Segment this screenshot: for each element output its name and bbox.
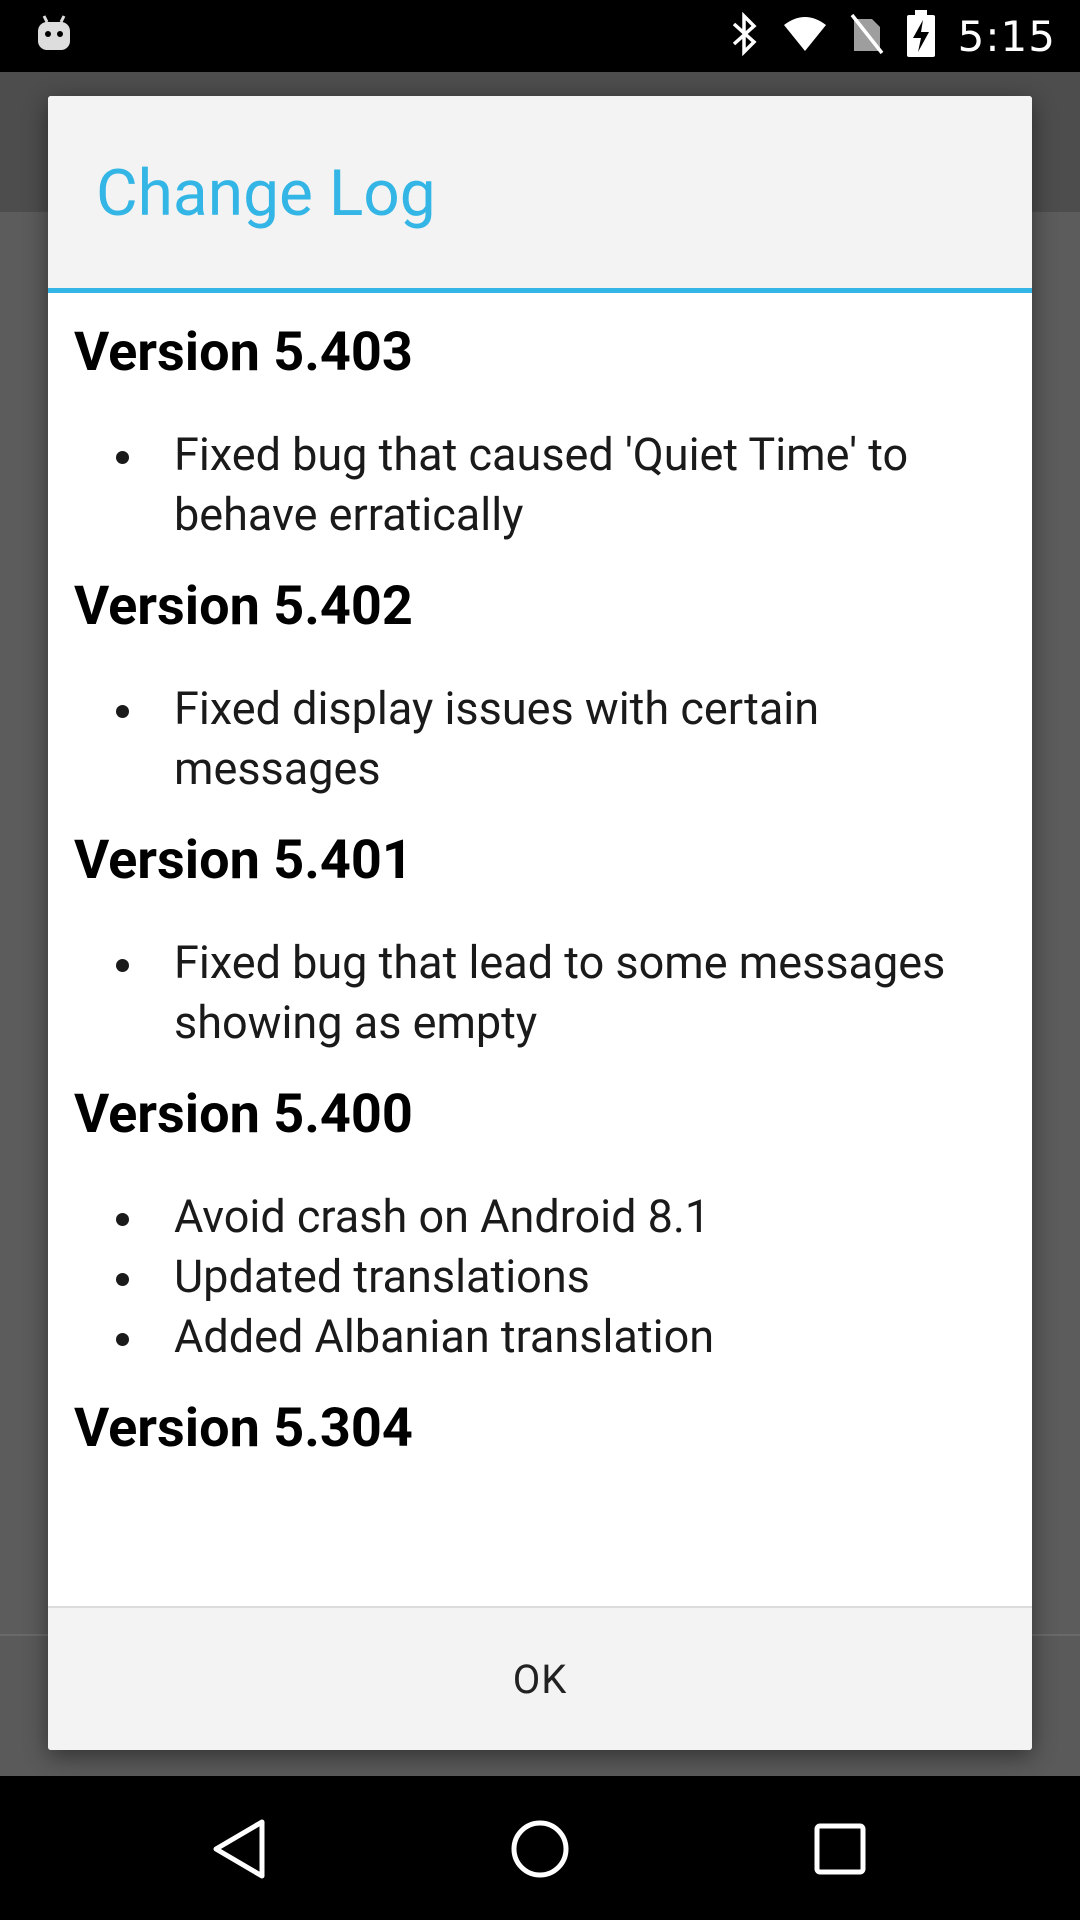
change-item: Fixed display issues with certain messag… [48, 679, 1032, 799]
back-icon[interactable] [206, 1814, 276, 1884]
bluetooth-icon [730, 11, 760, 60]
version-block: Version 5.401 Fixed bug that lead to som… [48, 829, 1032, 1053]
bullet-icon [116, 1273, 129, 1286]
change-list: Fixed bug that lead to some messages sho… [48, 933, 1032, 1053]
recents-icon[interactable] [805, 1814, 875, 1884]
android-debug-icon [36, 14, 72, 58]
bullet-icon [116, 959, 129, 972]
version-heading: Version 5.401 [74, 829, 413, 892]
home-icon[interactable] [505, 1814, 575, 1884]
change-item: Added Albanian translation [48, 1307, 1032, 1367]
change-list: Fixed bug that caused 'Quiet Time' to be… [48, 425, 1032, 545]
change-list: Avoid crash on Android 8.1 Updated trans… [48, 1187, 1032, 1367]
dialog-title: Change Log [96, 156, 436, 231]
status-bar: 5:15 [0, 0, 1080, 72]
version-block: Version 5.304 [48, 1397, 1032, 1461]
no-sim-icon [850, 13, 884, 59]
ok-button[interactable]: OK [48, 1608, 1032, 1750]
status-time: 5:15 [957, 11, 1056, 61]
version-block: Version 5.400 Avoid crash on Android 8.1… [48, 1083, 1032, 1367]
version-heading: Version 5.402 [74, 575, 413, 638]
change-log-content[interactable]: Version 5.403 Fixed bug that caused 'Qui… [48, 293, 1032, 1699]
status-icons: 5:15 [730, 0, 1056, 72]
navigation-bar [0, 1776, 1080, 1920]
dialog-footer: OK [48, 1606, 1032, 1750]
version-heading: Version 5.400 [74, 1083, 413, 1146]
bullet-icon [116, 1213, 129, 1226]
version-heading: Version 5.403 [74, 321, 413, 384]
change-item: Fixed bug that lead to some messages sho… [48, 933, 1032, 1053]
version-block: Version 5.402 Fixed display issues with … [48, 575, 1032, 799]
change-list: Fixed display issues with certain messag… [48, 679, 1032, 799]
dialog-header: Change Log [48, 96, 1032, 288]
change-log-dialog: Change Log Version 5.403 Fixed bug that … [48, 96, 1032, 1750]
battery-charging-icon [906, 10, 936, 62]
change-item: Avoid crash on Android 8.1 [48, 1187, 1032, 1247]
bullet-icon [116, 1333, 129, 1346]
change-item: Updated translations [48, 1247, 1032, 1307]
version-block: Version 5.403 Fixed bug that caused 'Qui… [48, 321, 1032, 545]
bullet-icon [116, 451, 129, 464]
wifi-icon [782, 15, 828, 57]
change-item: Fixed bug that caused 'Quiet Time' to be… [48, 425, 1032, 545]
bullet-icon [116, 705, 129, 718]
version-heading: Version 5.304 [74, 1397, 413, 1460]
